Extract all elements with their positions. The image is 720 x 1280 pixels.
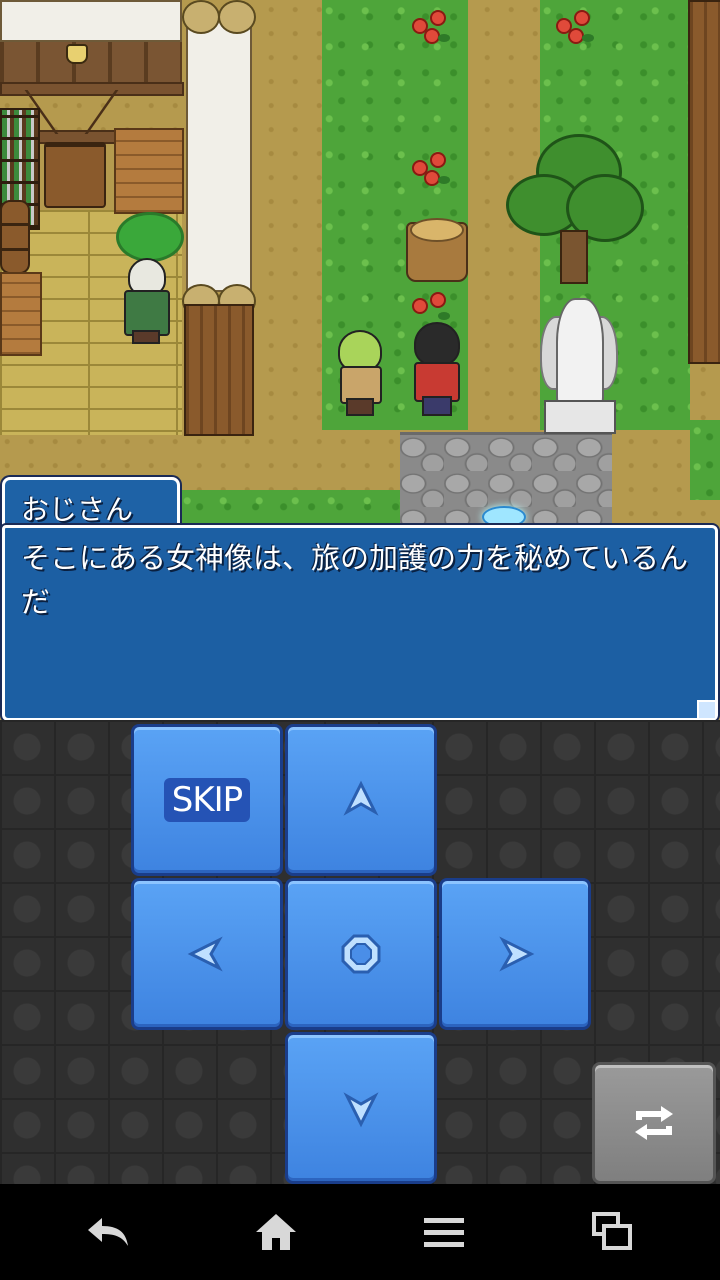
arrow-down-icon <box>343 1092 379 1128</box>
tree <box>506 134 644 284</box>
log-top <box>218 0 256 34</box>
menu-button[interactable] <box>404 1204 484 1260</box>
recent-apps-icon <box>592 1212 632 1250</box>
log-pillar <box>184 304 254 436</box>
house-roof-beam <box>0 40 182 88</box>
speaker-name: おじさん <box>21 493 134 526</box>
arrow-up-icon <box>343 780 379 816</box>
statue-pedestal <box>544 400 616 434</box>
tree-stump-top <box>410 218 464 242</box>
octagon-confirm-icon <box>341 934 381 974</box>
flower <box>408 8 454 48</box>
back-button[interactable] <box>68 1204 148 1260</box>
arrow-left-icon <box>187 936 223 972</box>
green-rug <box>116 212 184 262</box>
confirm-button[interactable] <box>285 878 437 1030</box>
treasure-chest <box>44 142 106 208</box>
grass-patch <box>180 490 400 530</box>
left-button[interactable] <box>131 878 283 1030</box>
message-corner-marker <box>697 700 715 718</box>
back-icon <box>88 1218 128 1246</box>
goddess-statue[interactable] <box>556 298 604 408</box>
skip-label: SKIP <box>163 778 251 822</box>
speaker-name-box: おじさん <box>2 477 180 530</box>
building-edge <box>688 0 720 364</box>
flower <box>552 8 598 48</box>
house-wall <box>186 20 252 292</box>
home-icon <box>256 1214 296 1250</box>
ceiling-lamp <box>66 44 88 64</box>
arrow-right-icon <box>499 936 535 972</box>
recent-apps-button[interactable] <box>572 1204 652 1260</box>
message-text: そこにある女神像は、旅の加護の力を秘めているんだ <box>21 541 689 619</box>
down-button[interactable] <box>285 1032 437 1184</box>
log-top <box>182 0 220 34</box>
grass-patch <box>690 420 720 500</box>
switch-button[interactable] <box>592 1062 716 1184</box>
companion-character <box>334 330 384 416</box>
flower <box>408 150 454 190</box>
house-wall <box>0 0 182 42</box>
up-button[interactable] <box>285 724 437 876</box>
swap-arrows-icon <box>635 1106 673 1140</box>
wooden-crate <box>114 128 184 214</box>
barrel <box>0 200 30 274</box>
system-navbar <box>0 1184 720 1280</box>
old-man-npc[interactable] <box>118 258 174 344</box>
right-button[interactable] <box>439 878 591 1030</box>
wooden-crate <box>0 272 42 356</box>
menu-icon <box>424 1218 464 1247</box>
home-button[interactable] <box>236 1204 316 1260</box>
skip-button[interactable]: SKIP <box>131 724 283 876</box>
hero-character <box>408 322 462 416</box>
message-window[interactable]: そこにある女神像は、旅の加護の力を秘めているんだ <box>2 525 718 721</box>
